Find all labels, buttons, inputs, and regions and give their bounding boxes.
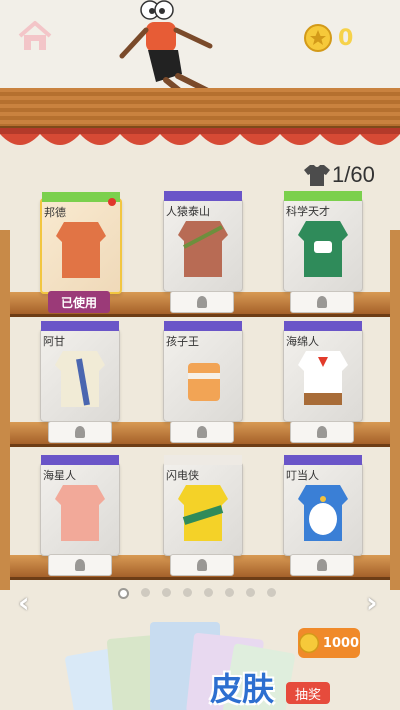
left-post xyxy=(0,230,10,590)
stage-plank xyxy=(0,88,400,130)
card-pack-stack[interactable] xyxy=(0,612,400,710)
draw-title[interactable]: 皮肤 xyxy=(210,664,274,710)
new-badge xyxy=(108,198,116,206)
lock-icon xyxy=(317,426,327,438)
card-top-strip xyxy=(41,455,119,465)
skin-card-4[interactable]: 阿甘 xyxy=(40,321,120,422)
card-top-strip xyxy=(284,321,362,331)
home-icon[interactable] xyxy=(18,20,52,52)
coin-icon xyxy=(298,633,319,653)
skin-card-3[interactable]: 科学天才 xyxy=(283,191,363,292)
page-dot[interactable] xyxy=(118,588,129,599)
skin-card-6[interactable]: 海绵人 xyxy=(283,321,363,422)
card-top-strip xyxy=(164,455,242,465)
page-dot[interactable] xyxy=(267,588,276,597)
shirt-bond-icon xyxy=(56,222,106,278)
lock-button[interactable] xyxy=(290,421,354,443)
page-dot[interactable] xyxy=(183,588,192,597)
lock-icon xyxy=(197,559,207,571)
right-post xyxy=(390,230,400,590)
collection-count: 1/60 xyxy=(332,162,375,187)
used-button[interactable]: 已使用 xyxy=(48,291,110,313)
shirt-gump-icon xyxy=(55,351,105,407)
shirt-kidking-icon xyxy=(188,363,220,401)
shirt-sponge-icon xyxy=(298,351,348,405)
skin-card-1[interactable]: 邦德 xyxy=(40,192,122,294)
card-top-strip xyxy=(164,191,242,201)
page-dot[interactable] xyxy=(141,588,150,597)
draw-subtitle[interactable]: 抽奖 xyxy=(286,682,330,704)
lock-icon xyxy=(75,559,85,571)
lock-button[interactable] xyxy=(170,291,234,313)
lock-button[interactable] xyxy=(290,291,354,313)
lock-icon xyxy=(197,426,207,438)
coin-counter: 0 xyxy=(304,24,353,52)
lock-button[interactable] xyxy=(290,554,354,576)
bunting-decor xyxy=(0,128,400,145)
card-top-strip xyxy=(41,321,119,331)
shirt-doraemon-icon xyxy=(298,485,348,541)
shirt-icon xyxy=(304,165,330,186)
page-dot[interactable] xyxy=(204,588,213,597)
lock-icon xyxy=(317,559,327,571)
page-dot[interactable] xyxy=(162,588,171,597)
lock-button[interactable] xyxy=(170,554,234,576)
shirt-genius-icon xyxy=(298,221,348,277)
lock-button[interactable] xyxy=(170,421,234,443)
lock-icon xyxy=(75,426,85,438)
shirt-flash-icon xyxy=(178,485,228,541)
shirt-starman-icon xyxy=(55,485,105,541)
card-top-strip xyxy=(284,191,362,201)
lock-button[interactable] xyxy=(48,421,112,443)
page-dot[interactable] xyxy=(246,588,255,597)
skin-card-8[interactable]: 闪电侠 xyxy=(163,455,243,556)
lock-icon xyxy=(317,296,327,308)
skin-card-5[interactable]: 孩子王 xyxy=(163,321,243,422)
coin-icon xyxy=(304,24,332,52)
page-dot[interactable] xyxy=(225,588,234,597)
draw-cost-button[interactable]: 1000 xyxy=(298,628,360,658)
skin-card-2[interactable]: 人猿泰山 xyxy=(163,191,243,292)
lock-button[interactable] xyxy=(48,554,112,576)
lock-icon xyxy=(197,296,207,308)
skin-card-7[interactable]: 海星人 xyxy=(40,455,120,556)
collection-counter: 1/60 xyxy=(302,162,375,188)
card-top-strip xyxy=(284,455,362,465)
shirt-tarzan-icon xyxy=(178,221,228,277)
page-indicator xyxy=(118,588,276,599)
skin-card-9[interactable]: 叮当人 xyxy=(283,455,363,556)
draw-cost: 1000 xyxy=(322,635,360,651)
coin-amount: 0 xyxy=(338,25,354,51)
card-top-strip xyxy=(164,321,242,331)
